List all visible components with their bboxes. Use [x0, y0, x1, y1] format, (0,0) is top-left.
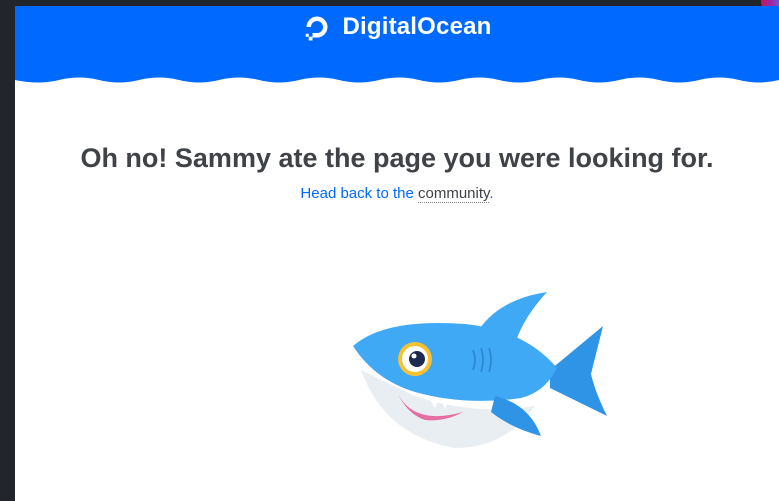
sammy-shark-icon	[353, 292, 607, 448]
back-suffix-text: .	[489, 185, 494, 202]
brand-name: DigitalOcean	[342, 13, 492, 40]
error-page: DigitalOcean Oh no! Sammy ate the page y…	[15, 6, 779, 501]
digitalocean-logo-icon	[306, 16, 328, 41]
site-header: DigitalOcean	[15, 6, 779, 92]
error-headline: Oh no! Sammy ate the page you were looki…	[80, 143, 714, 173]
back-to-community-message: Head back to the community.	[15, 185, 779, 203]
community-link[interactable]: community	[418, 185, 490, 203]
back-prefix-text: Head back to the	[300, 185, 418, 202]
brand-lockup[interactable]: DigitalOcean	[15, 12, 779, 42]
